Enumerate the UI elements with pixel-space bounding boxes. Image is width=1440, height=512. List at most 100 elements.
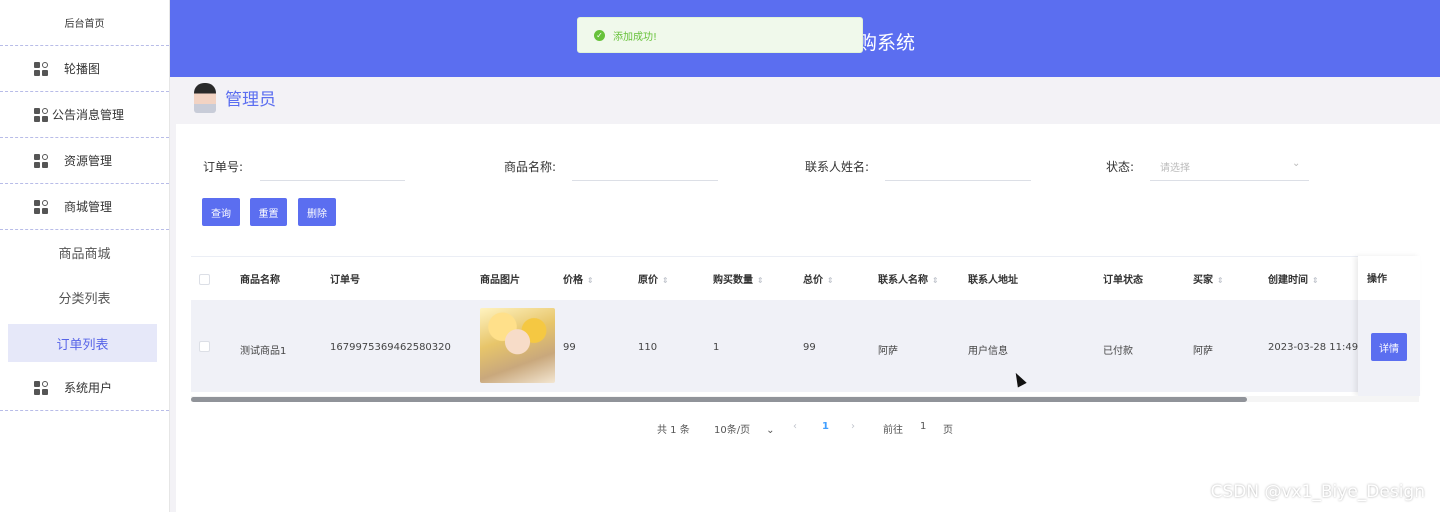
next-page-icon[interactable]: › <box>851 421 855 432</box>
grid-icon <box>34 107 48 122</box>
sidebar-item-label: 公告消息管理 <box>52 108 125 122</box>
cell-price: 99 <box>563 342 576 353</box>
sidebar-item-carousel[interactable]: 轮播图 <box>0 46 169 92</box>
sidebar: 后台首页 轮播图 公告消息管理 资源管理 商城管理 商品商城 分类列表 订单列表… <box>0 0 170 512</box>
col-product-image: 商品图片 <box>480 275 520 286</box>
order-no-input[interactable] <box>260 180 405 181</box>
reset-button[interactable]: 重置 <box>250 198 287 226</box>
chevron-down-icon: ⌄ <box>1292 158 1301 169</box>
col-created-at-label: 创建时间 <box>1268 275 1308 286</box>
toast-message: 添加成功! <box>613 31 658 43</box>
grid-icon <box>34 199 48 214</box>
status-select[interactable] <box>1150 180 1309 181</box>
sidebar-subitem-label: 商品商城 <box>58 247 111 262</box>
sidebar-item-notices[interactable]: 公告消息管理 <box>0 92 169 138</box>
sort-icon: ⇕ <box>827 276 834 285</box>
admin-name: 管理员 <box>225 90 276 110</box>
col-original-price[interactable]: 原价 ⇕ <box>638 271 669 286</box>
table-header: 商品名称 订单号 商品图片 价格 ⇕ 原价 ⇕ 购买数量 ⇕ 总价 ⇕ 联系人名称 ⇕ 联… <box>191 256 1419 300</box>
sidebar-item-label: 资源管理 <box>64 154 113 168</box>
app-title: 购系统 <box>858 32 916 54</box>
col-quantity[interactable]: 购买数量 ⇕ <box>713 271 764 286</box>
page-size-label: 10条/页 <box>714 425 751 436</box>
select-all-checkbox[interactable] <box>199 274 210 285</box>
sort-icon: ⇕ <box>587 276 594 285</box>
col-created-at[interactable]: 创建时间 ⇕ <box>1268 271 1319 286</box>
sidebar-subitem-products[interactable]: 商品商城 <box>0 230 169 275</box>
status-select-placeholder: 请选择 <box>1160 163 1190 174</box>
product-name-label: 商品名称: <box>504 160 557 174</box>
grid-icon <box>34 61 48 76</box>
product-name-input[interactable] <box>572 180 718 181</box>
sort-icon: ⇕ <box>662 276 669 285</box>
query-button[interactable]: 查询 <box>202 198 240 226</box>
goto-label: 前往 <box>883 425 903 436</box>
col-operations: 操作 <box>1367 274 1387 285</box>
col-buyer-label: 买家 <box>1193 275 1213 286</box>
cell-order-no: 1679975369462580320 <box>330 342 451 353</box>
sidebar-home-label: 后台首页 <box>64 19 105 30</box>
prev-page-icon[interactable]: ‹ <box>793 421 797 432</box>
col-original-price-label: 原价 <box>638 275 658 286</box>
horizontal-scrollbar-thumb[interactable] <box>191 397 1247 402</box>
contact-name-label: 联系人姓名: <box>805 160 870 174</box>
grid-icon <box>34 380 48 395</box>
sidebar-item-shop[interactable]: 商城管理 <box>0 184 169 230</box>
page-size-select[interactable]: 10条/页 ⌄ <box>714 421 774 436</box>
cell-buyer: 阿萨 <box>1193 346 1213 357</box>
cell-contact-name: 阿萨 <box>878 346 898 357</box>
detail-button[interactable]: 详情 <box>1371 333 1407 361</box>
cell-product-name: 测试商品1 <box>240 346 287 357</box>
order-no-label: 订单号: <box>203 160 244 174</box>
cell-total: 99 <box>803 342 816 353</box>
sort-icon: ⇕ <box>932 276 939 285</box>
col-status: 订单状态 <box>1103 275 1143 286</box>
col-price[interactable]: 价格 ⇕ <box>563 271 594 286</box>
sidebar-item-label: 系统用户 <box>64 381 113 395</box>
sidebar-subitem-categories[interactable]: 分类列表 <box>0 275 169 320</box>
admin-bar: 管理员 <box>170 77 1440 118</box>
check-circle-icon: ✓ <box>594 29 605 41</box>
page-suffix: 页 <box>943 425 953 436</box>
sidebar-subitem-orders[interactable]: 订单列表 <box>8 324 157 362</box>
sort-icon: ⇕ <box>1312 276 1319 285</box>
sidebar-item-label: 商城管理 <box>64 200 113 214</box>
table-row: 测试商品1 1679975369462580320 99 110 1 99 阿萨… <box>191 300 1419 392</box>
product-image <box>480 308 555 383</box>
sidebar-item-label: 轮播图 <box>64 62 101 76</box>
cell-original-price: 110 <box>638 342 658 353</box>
sort-icon: ⇕ <box>757 276 764 285</box>
sidebar-home[interactable]: 后台首页 <box>0 0 169 46</box>
col-buyer[interactable]: 买家 ⇕ <box>1193 271 1224 286</box>
contact-name-input[interactable] <box>885 180 1031 181</box>
sort-icon: ⇕ <box>1217 276 1224 285</box>
delete-button[interactable]: 删除 <box>298 198 336 226</box>
operations-column: 操作 详情 <box>1358 256 1420 396</box>
operations-cell: 详情 <box>1358 300 1420 396</box>
col-contact-name[interactable]: 联系人名称 ⇕ <box>878 271 939 286</box>
col-total-label: 总价 <box>803 275 823 286</box>
col-quantity-label: 购买数量 <box>713 275 753 286</box>
col-product-name: 商品名称 <box>240 275 280 286</box>
cell-contact-address: 用户信息 <box>968 346 1008 357</box>
avatar <box>194 82 216 113</box>
sidebar-item-users[interactable]: 系统用户 <box>0 365 169 411</box>
pagination-total: 共 1 条 <box>657 425 690 436</box>
col-contact-address: 联系人地址 <box>968 275 1018 286</box>
row-checkbox[interactable] <box>199 341 210 352</box>
chevron-down-icon: ⌄ <box>766 425 775 436</box>
sidebar-subitem-label: 分类列表 <box>58 292 111 307</box>
sidebar-item-resources[interactable]: 资源管理 <box>0 138 169 184</box>
grid-icon <box>34 153 48 168</box>
sidebar-subitem-label: 订单列表 <box>56 337 109 353</box>
success-toast: ✓ 添加成功! <box>577 17 863 53</box>
watermark: CSDN @vx1_Biye_Design <box>1210 482 1425 502</box>
col-price-label: 价格 <box>563 275 583 286</box>
main-panel: 订单号: 商品名称: 联系人姓名: 状态: 请选择 ⌄ 查询 重置 删除 商品名… <box>176 124 1440 512</box>
goto-input[interactable]: 1 <box>920 421 926 432</box>
cell-status: 已付款 <box>1103 346 1133 357</box>
col-order-no: 订单号 <box>330 275 360 286</box>
col-contact-name-label: 联系人名称 <box>878 275 928 286</box>
page-number-1[interactable]: 1 <box>822 421 829 432</box>
col-total[interactable]: 总价 ⇕ <box>803 271 834 286</box>
